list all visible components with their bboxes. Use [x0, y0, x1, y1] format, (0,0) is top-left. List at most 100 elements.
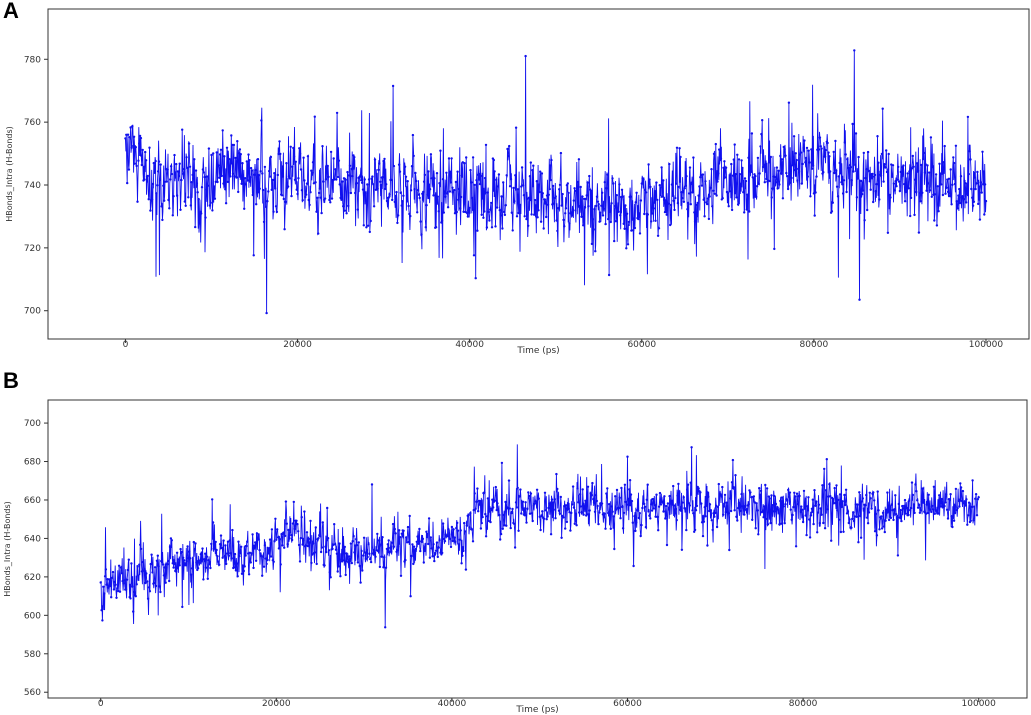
data-point	[613, 239, 616, 243]
data-point	[700, 502, 703, 505]
data-point	[554, 195, 557, 198]
data-point	[784, 154, 787, 157]
data-point	[727, 205, 730, 208]
data-point	[479, 174, 482, 178]
data-point	[864, 504, 867, 507]
data-point	[238, 554, 241, 558]
data-point	[887, 509, 890, 513]
x-tick-label: 80000	[800, 340, 829, 350]
data-point	[182, 167, 186, 171]
data-point	[806, 505, 809, 508]
data-point	[387, 539, 390, 542]
data-point	[412, 562, 415, 566]
data-point	[629, 493, 633, 496]
data-point	[404, 558, 407, 562]
series-markers	[99, 446, 980, 629]
data-point	[364, 192, 367, 195]
data-point	[798, 170, 801, 173]
data-point	[943, 504, 946, 508]
data-point	[819, 507, 822, 510]
data-point	[132, 144, 135, 148]
data-point	[384, 626, 387, 629]
data-point	[664, 210, 668, 214]
data-point	[584, 499, 587, 502]
data-point	[510, 511, 513, 515]
data-point	[283, 534, 287, 538]
data-point	[882, 525, 886, 528]
data-point	[219, 534, 223, 537]
data-point	[517, 529, 520, 532]
data-point	[263, 544, 267, 547]
data-point	[112, 588, 116, 591]
data-point	[679, 155, 682, 159]
data-point	[484, 143, 488, 147]
data-point	[341, 559, 345, 562]
data-point	[496, 502, 499, 505]
data-point	[350, 167, 353, 171]
data-point	[593, 510, 597, 513]
data-point	[762, 164, 766, 167]
data-point	[629, 195, 632, 198]
data-point	[692, 156, 695, 159]
data-point	[238, 148, 242, 151]
data-point	[420, 233, 423, 236]
data-point	[638, 232, 642, 235]
data-point	[509, 177, 513, 181]
data-point	[529, 492, 533, 495]
data-point	[104, 568, 108, 571]
data-point	[338, 183, 341, 186]
data-point	[406, 525, 410, 529]
data-point	[823, 155, 827, 158]
data-point	[441, 522, 445, 525]
data-point	[498, 513, 501, 517]
data-point	[686, 488, 689, 491]
data-point	[926, 511, 929, 515]
data-point	[177, 561, 180, 565]
data-point	[159, 590, 162, 594]
data-point	[713, 515, 716, 518]
data-point	[916, 506, 920, 509]
data-point	[171, 214, 174, 217]
data-point	[275, 210, 279, 214]
data-point	[697, 194, 700, 197]
data-point	[203, 175, 206, 179]
data-point	[193, 158, 196, 161]
y-tick-label: 760	[24, 118, 41, 128]
data-point	[567, 191, 570, 195]
data-point	[586, 181, 589, 184]
data-point	[533, 213, 536, 216]
data-point	[308, 203, 311, 207]
data-point	[532, 164, 535, 167]
data-point	[621, 505, 624, 509]
data-point	[464, 568, 468, 571]
data-point	[262, 565, 266, 568]
data-point	[759, 489, 763, 493]
data-point	[251, 193, 254, 197]
data-point	[268, 538, 272, 541]
data-point	[141, 148, 144, 152]
data-point	[973, 176, 976, 179]
data-point	[822, 521, 825, 525]
data-point	[637, 516, 641, 520]
data-point	[784, 503, 787, 506]
data-point	[914, 483, 917, 486]
data-point	[606, 173, 609, 176]
data-point	[851, 122, 854, 126]
data-point	[398, 536, 402, 539]
data-point	[930, 510, 933, 514]
data-point	[591, 218, 594, 221]
data-point	[886, 231, 890, 234]
data-point	[412, 154, 415, 158]
data-point	[738, 503, 742, 507]
data-point	[570, 214, 574, 217]
data-point	[157, 565, 160, 568]
data-point	[503, 213, 507, 217]
data-point	[545, 215, 548, 219]
data-point	[680, 548, 684, 551]
data-point	[229, 552, 232, 555]
data-point	[307, 537, 310, 541]
data-point	[165, 180, 168, 183]
data-point	[411, 133, 415, 137]
data-point	[289, 531, 292, 534]
x-tick-label: 20000	[262, 699, 291, 709]
